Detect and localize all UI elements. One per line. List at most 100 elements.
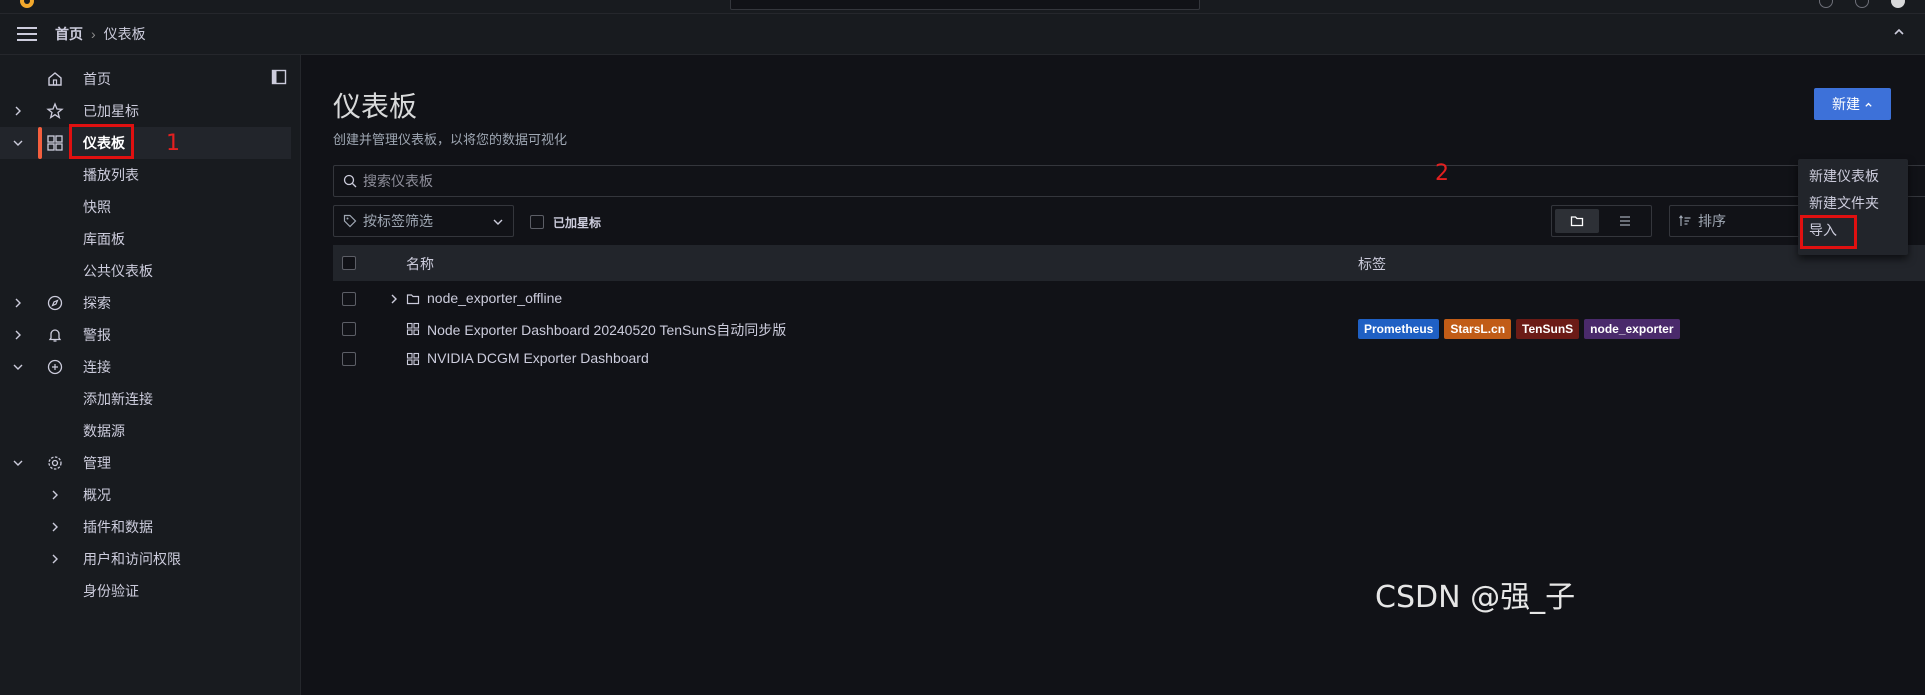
chevron-right-icon[interactable]: [389, 294, 399, 304]
row-tags: Prometheus StarsL.cn TenSunS node_export…: [1358, 319, 1680, 339]
star-icon: [46, 102, 64, 119]
page-subtitle: 创建并管理仪表板，以将您的数据可视化: [333, 132, 568, 147]
new-button-label: 新建: [1832, 96, 1860, 112]
sidebar-item-label: 播放列表: [83, 167, 139, 183]
dashboard-search[interactable]: [333, 165, 1925, 197]
chevron-down-icon[interactable]: [13, 458, 23, 468]
sidebar-item-authentication[interactable]: 身份验证: [0, 575, 291, 607]
apps-icon: [406, 322, 420, 336]
row-name-link[interactable]: NVIDIA DCGM Exporter Dashboard: [427, 350, 649, 366]
chevron-right-icon[interactable]: [50, 490, 60, 500]
tag-badge[interactable]: StarsL.cn: [1444, 319, 1512, 339]
sidebar-item-alerting[interactable]: 警报: [0, 319, 291, 351]
main-content: 仪表板 创建并管理仪表板，以将您的数据可视化 新建 按标签筛选 已加星标 排序 …: [301, 55, 1925, 695]
global-search-input[interactable]: [730, 0, 1200, 10]
sidebar-item-add-connection[interactable]: 添加新连接: [0, 383, 291, 415]
sidebar-item-label: 添加新连接: [83, 391, 153, 407]
breadcrumb-separator: ›: [91, 26, 96, 42]
chevron-right-icon[interactable]: [13, 298, 23, 308]
row-checkbox[interactable]: [342, 292, 356, 306]
search-icon: [343, 174, 357, 188]
sidebar-item-label: 探索: [83, 295, 111, 311]
sidebar-item-overview[interactable]: 概况: [0, 479, 291, 511]
sidebar-item-label: 快照: [83, 199, 111, 215]
sidebar-item-connections[interactable]: 连接: [0, 351, 291, 383]
annotation-box-2: [1800, 215, 1857, 249]
tag-filter-select[interactable]: 按标签筛选: [333, 205, 514, 237]
list-view-button[interactable]: [1603, 209, 1647, 233]
sidebar-item-data-sources[interactable]: 数据源: [0, 415, 291, 447]
table-row[interactable]: NVIDIA DCGM Exporter Dashboard: [333, 344, 1925, 374]
grafana-logo-icon[interactable]: [18, 0, 36, 10]
sidebar-item-home[interactable]: 首页: [0, 63, 291, 95]
column-header-tags: 标签: [1358, 256, 1386, 272]
apps-icon: [406, 352, 420, 366]
cog-icon: [48, 456, 62, 470]
home-icon: [48, 72, 62, 86]
sidebar-item-plugins-data[interactable]: 插件和数据: [0, 511, 291, 543]
sidebar-item-users-access[interactable]: 用户和访问权限: [0, 543, 291, 575]
help-icon[interactable]: [1819, 0, 1833, 8]
tag-badge[interactable]: node_exporter: [1584, 319, 1680, 339]
avatar[interactable]: [1891, 0, 1905, 8]
chevron-down-icon[interactable]: [13, 138, 23, 148]
row-checkbox[interactable]: [342, 322, 356, 336]
chevron-down-icon[interactable]: [13, 362, 23, 372]
annotation-box-1: [69, 124, 134, 159]
chevron-right-icon[interactable]: [50, 522, 60, 532]
tag-badge[interactable]: TenSunS: [1516, 319, 1580, 339]
menu-item-new-dashboard[interactable]: 新建仪表板: [1798, 163, 1908, 190]
news-icon[interactable]: [1855, 0, 1869, 8]
select-all-checkbox[interactable]: [342, 256, 356, 270]
sort-select[interactable]: 排序: [1669, 205, 1809, 237]
folder-icon: [406, 294, 420, 305]
sidebar-item-label: 管理: [83, 455, 111, 471]
tag-badge[interactable]: Prometheus: [1358, 319, 1440, 339]
sidebar-item-label: 库面板: [83, 231, 125, 247]
sidebar-item-starred[interactable]: 已加星标: [0, 95, 291, 127]
breadcrumb-bar: 首页 › 仪表板: [0, 14, 1925, 55]
row-checkbox[interactable]: [342, 352, 356, 366]
link-icon: [47, 359, 63, 375]
search-input[interactable]: [363, 173, 963, 189]
column-header-name[interactable]: 名称: [406, 254, 434, 274]
folder-view-button[interactable]: [1555, 209, 1599, 233]
sidebar-item-library-panels[interactable]: 库面板: [0, 223, 291, 255]
chevron-down-icon: [493, 219, 503, 225]
table-header: 名称 标签: [333, 245, 1925, 281]
starred-checkbox[interactable]: [530, 215, 544, 229]
sort-label: 排序: [1698, 213, 1726, 229]
folder-icon: [1570, 216, 1584, 227]
tag-filter-label: 按标签筛选: [363, 213, 433, 229]
chevron-right-icon[interactable]: [13, 330, 23, 340]
table-row[interactable]: Node Exporter Dashboard 20240520 TenSunS…: [333, 314, 1925, 344]
starred-label[interactable]: 已加星标: [553, 214, 601, 231]
sidebar-item-snapshots[interactable]: 快照: [0, 191, 291, 223]
view-toggle: [1551, 205, 1652, 237]
table-row[interactable]: node_exporter_offline: [333, 284, 1925, 314]
chevron-up-icon[interactable]: [1893, 26, 1905, 38]
sidebar-item-explore[interactable]: 探索: [0, 287, 291, 319]
row-name-link[interactable]: node_exporter_offline: [427, 290, 562, 306]
sidebar-item-label: 连接: [83, 359, 111, 375]
row-name-link[interactable]: Node Exporter Dashboard 20240520 TenSunS…: [427, 320, 786, 340]
sidebar-item-playlists[interactable]: 播放列表: [0, 159, 291, 191]
sort-icon: [1679, 215, 1691, 226]
sidebar-item-label: 用户和访问权限: [83, 551, 181, 567]
top-bar: [0, 0, 1925, 14]
sidebar-item-label: 身份验证: [83, 583, 139, 599]
menu-toggle-button[interactable]: [15, 22, 39, 46]
sidebar-item-label: 已加星标: [83, 103, 139, 119]
sidebar-item-public-dashboards[interactable]: 公共仪表板: [0, 255, 291, 287]
menu-item-new-folder[interactable]: 新建文件夹: [1798, 190, 1908, 217]
compass-icon: [47, 295, 63, 311]
chevron-right-icon[interactable]: [50, 554, 60, 564]
active-indicator: [38, 127, 42, 159]
sidebar-item-dashboards[interactable]: 仪表板: [0, 127, 291, 159]
tag-icon: [343, 214, 357, 228]
breadcrumb-home-link[interactable]: 首页: [55, 24, 83, 44]
new-button[interactable]: 新建: [1814, 88, 1891, 120]
sidebar-item-administration[interactable]: 管理: [0, 447, 291, 479]
bell-icon: [48, 329, 62, 342]
chevron-right-icon[interactable]: [13, 106, 23, 116]
